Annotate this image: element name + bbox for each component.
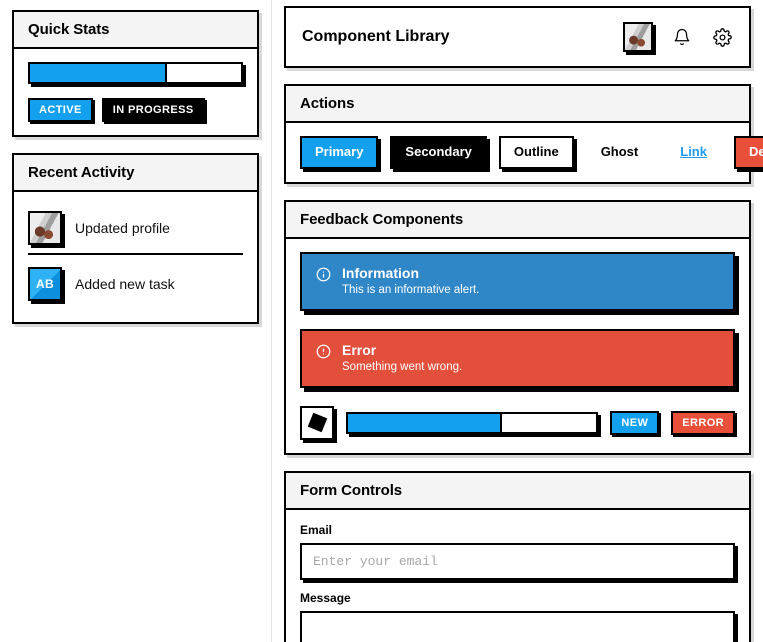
alert-info-description: This is an informative alert. (342, 283, 480, 296)
recent-activity-header: Recent Activity (14, 155, 257, 193)
alert-error-title: Error (342, 341, 377, 358)
list-item[interactable]: Updated profile (28, 205, 243, 253)
actions-title: Actions (300, 95, 355, 112)
actions-body: Primary Secondary Outline Ghost Link Del… (286, 123, 763, 182)
topbar-actions (623, 22, 733, 52)
gear-icon[interactable] (711, 26, 733, 48)
alert-info-content: Information This is an informative alert… (342, 265, 479, 296)
topbar-card: Component Library (284, 6, 751, 68)
alert-error: Error Something went wrong. (300, 328, 735, 388)
email-field[interactable] (300, 542, 735, 580)
message-field[interactable] (300, 610, 735, 642)
quick-stats-title: Quick Stats (28, 21, 110, 38)
info-circle-icon (316, 267, 332, 287)
quick-stats-card: Quick Stats ACTIVE IN PROGRESS (12, 10, 259, 138)
page-title: Component Library (302, 28, 450, 45)
actions-card: Actions Primary Secondary Outline Ghost … (284, 84, 763, 184)
feedback-header: Feedback Components (286, 201, 749, 239)
actions-header: Actions (286, 86, 749, 123)
status-badge-new[interactable]: NEW (610, 410, 660, 435)
quick-stats-header: Quick Stats (14, 12, 257, 49)
spinner-shape (307, 413, 327, 433)
feedback-body: Information This is an informative alert… (286, 239, 749, 453)
quick-stats-body: ACTIVE IN PROGRESS (14, 49, 257, 135)
list-item-label: Added new task (75, 276, 175, 293)
form-title: Form Controls (300, 481, 403, 499)
quick-stats-progress-fill (30, 64, 168, 82)
list-item-label: Updated profile (75, 220, 170, 237)
recent-activity-title: Recent Activity (28, 164, 135, 182)
list-item[interactable]: AB Added new task (28, 253, 243, 309)
feedback-progress-fill (348, 413, 502, 432)
topbar: Component Library (286, 8, 749, 66)
quick-stats-progress-bar[interactable] (28, 62, 243, 84)
alert-info-title: Information (342, 264, 419, 281)
email-field-group: Email (300, 523, 735, 580)
bell-icon[interactable] (671, 26, 693, 48)
ghost-button[interactable]: Ghost (586, 136, 654, 169)
avatar (28, 211, 62, 246)
quick-stats-badge-row: ACTIVE IN PROGRESS (28, 98, 243, 123)
outline-button[interactable]: Outline (498, 136, 574, 169)
main-content: Component Library Actions Primary Second… (272, 0, 763, 642)
feedback-title: Feedback Components (300, 210, 464, 228)
spinner-icon (300, 405, 334, 440)
form-card: Form Controls Email Message (284, 470, 751, 642)
status-row: NEW ERROR (300, 405, 735, 440)
status-badge-in-progress[interactable]: IN PROGRESS (101, 98, 205, 123)
link-button[interactable]: Link (665, 136, 722, 169)
recent-activity-body: Updated profile AB Added new task (14, 192, 257, 322)
avatar: AB (28, 267, 62, 302)
message-field-group: Message (300, 591, 735, 642)
alert-error-description: Something went wrong. (342, 360, 463, 373)
form-header: Form Controls (286, 472, 749, 510)
feedback-card: Feedback Components Information This is … (284, 199, 751, 455)
recent-activity-card: Recent Activity Updated profile AB Added… (12, 153, 259, 325)
feedback-progress-bar[interactable] (346, 411, 599, 434)
sidebar: Quick Stats ACTIVE IN PROGRESS Recent Ac… (0, 0, 272, 642)
message-field-label: Message (300, 590, 351, 605)
alert-info: Information This is an informative alert… (300, 251, 735, 311)
secondary-button[interactable]: Secondary (390, 136, 487, 169)
avatar[interactable] (623, 22, 653, 52)
form-body: Email Message (286, 510, 749, 642)
email-field-label: Email (300, 522, 333, 537)
status-badge-error[interactable]: ERROR (671, 410, 735, 435)
alert-circle-icon (316, 344, 332, 364)
alert-error-content: Error Something went wrong. (342, 342, 462, 373)
primary-button[interactable]: Primary (300, 136, 379, 169)
status-badge-active[interactable]: ACTIVE (28, 98, 93, 123)
button-row: Primary Secondary Outline Ghost Link Del… (300, 136, 763, 169)
app-root: Quick Stats ACTIVE IN PROGRESS Recent Ac… (0, 0, 763, 642)
delete-button[interactable]: Delete (733, 136, 763, 169)
